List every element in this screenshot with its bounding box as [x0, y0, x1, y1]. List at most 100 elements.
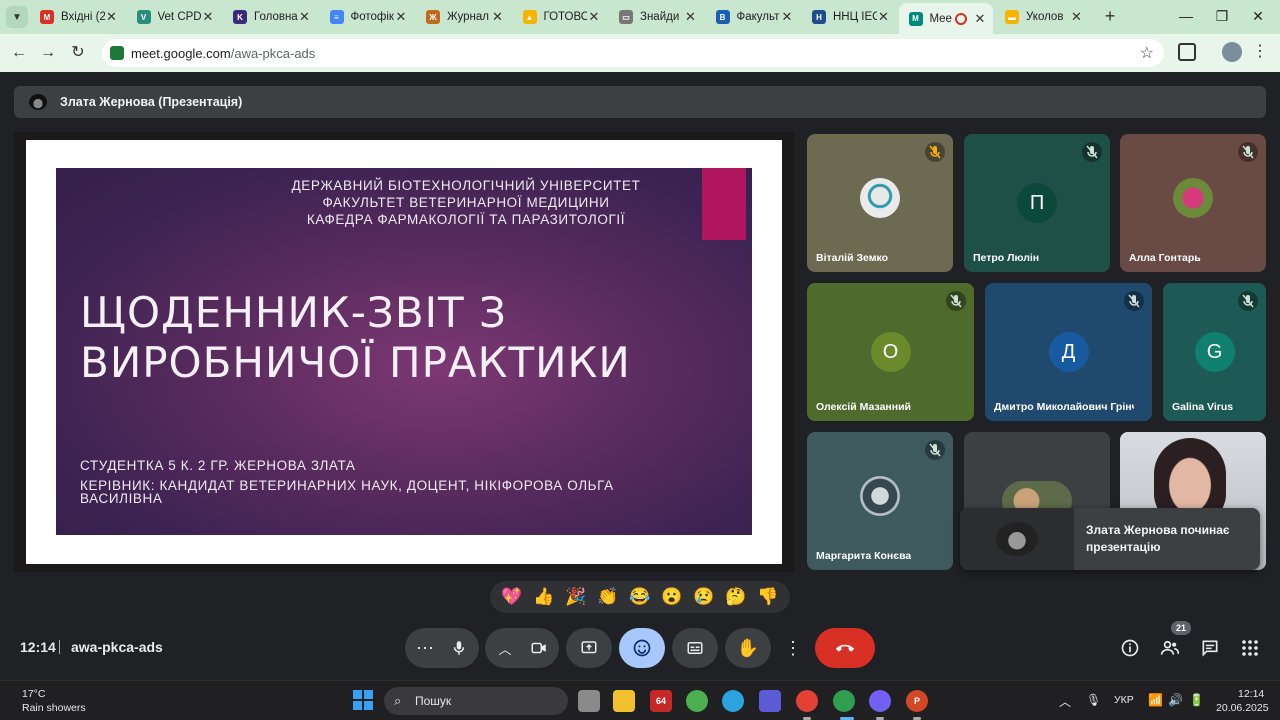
- volume-icon[interactable]: 🔊: [1168, 693, 1183, 707]
- browser-tab[interactable]: ▭ Знайди ✕: [609, 4, 704, 30]
- tray-microphone-icon[interactable]: 🎙: [1086, 693, 1101, 707]
- browser-menu-icon[interactable]: ⋮: [1252, 41, 1268, 61]
- slide-supervisor-cont: ВАСИЛІВНА: [80, 491, 163, 506]
- forward-button[interactable]: →: [37, 42, 59, 64]
- participant-tile[interactable]: О Олексій Мазанний: [807, 283, 974, 421]
- browser-tab[interactable]: B Факульт ✕: [706, 4, 801, 30]
- journal-icon: Ж: [426, 10, 440, 24]
- presenter-label: Злата Жернова (Презентація): [60, 95, 243, 109]
- chrome-profile-icon[interactable]: [833, 690, 855, 712]
- toast-thumbnail: [960, 508, 1074, 570]
- browser-tab[interactable]: K Головна ✕: [223, 4, 318, 30]
- close-tab-icon[interactable]: ✕: [105, 9, 119, 25]
- back-button[interactable]: ←: [8, 42, 30, 64]
- browser-tab[interactable]: Н ННЦ ІЕС ✕: [802, 4, 897, 30]
- participant-tile[interactable]: G Galina Virus: [1163, 283, 1266, 421]
- file-explorer-icon[interactable]: [613, 690, 635, 712]
- tab-search-dropdown-button[interactable]: ▼: [6, 6, 28, 28]
- participant-tile[interactable]: Алла Гонтарь: [1120, 134, 1266, 272]
- more-options-button[interactable]: ⋮: [778, 628, 808, 668]
- browser-tab[interactable]: ≡ Фотофікс✕: [320, 4, 415, 30]
- telegram-icon[interactable]: [722, 690, 744, 712]
- viber-icon[interactable]: [869, 690, 891, 712]
- maximize-button[interactable]: ❐: [1204, 5, 1240, 27]
- raise-hand-button[interactable]: ✋: [725, 628, 771, 668]
- participant-avatar: [1173, 178, 1213, 218]
- reaction-emoji-button[interactable]: 🤔: [722, 587, 750, 607]
- participant-tile[interactable]: Віталій Земко: [807, 134, 953, 272]
- chrome-icon[interactable]: [796, 690, 818, 712]
- browser-tab[interactable]: V Vet CPD ✕: [127, 4, 222, 30]
- participant-tile[interactable]: Маргарита Конєва: [807, 432, 953, 570]
- aida64-icon[interactable]: 64: [650, 690, 672, 712]
- close-window-button[interactable]: ✕: [1240, 5, 1276, 27]
- close-tab-icon[interactable]: ✕: [684, 9, 698, 25]
- close-tab-icon[interactable]: ✕: [973, 11, 987, 27]
- close-tab-icon[interactable]: ✕: [780, 9, 794, 25]
- weather-description[interactable]: Rain showers: [22, 702, 86, 714]
- extensions-icon[interactable]: [1178, 43, 1196, 61]
- address-bar[interactable]: meet.google.com/awa-pkca-ads ☆: [102, 39, 1164, 67]
- reaction-emoji-button[interactable]: 😮: [658, 587, 686, 607]
- url-text[interactable]: meet.google.com/awa-pkca-ads: [131, 46, 315, 61]
- chat-button[interactable]: [1198, 636, 1222, 660]
- input-language[interactable]: УКР: [1114, 694, 1134, 706]
- close-tab-icon[interactable]: ✕: [877, 9, 891, 25]
- activities-button[interactable]: [1238, 636, 1262, 660]
- leave-call-button[interactable]: [815, 628, 875, 668]
- windows-start-icon[interactable]: [353, 690, 373, 710]
- reaction-emoji-button[interactable]: 🎉: [562, 587, 590, 607]
- close-tab-icon[interactable]: ✕: [394, 9, 408, 25]
- system-time[interactable]: 12:14: [1238, 688, 1264, 700]
- camera-button[interactable]: [519, 628, 559, 668]
- reaction-emoji-button[interactable]: 👍: [530, 587, 558, 607]
- bookmark-star-icon[interactable]: ☆: [1140, 43, 1154, 63]
- people-button[interactable]: [1158, 636, 1182, 660]
- powerpoint-icon[interactable]: P: [906, 690, 928, 712]
- utorrent-icon[interactable]: [686, 690, 708, 712]
- browser-tab[interactable]: M Mee ✕: [898, 3, 993, 34]
- meeting-info-button[interactable]: [1118, 636, 1142, 660]
- reaction-emoji-button[interactable]: 😂: [626, 587, 654, 607]
- captions-button[interactable]: [672, 628, 718, 668]
- reaction-emoji-button[interactable]: 👏: [594, 587, 622, 607]
- wifi-icon[interactable]: 📶: [1148, 693, 1163, 707]
- url-host: meet.google.com: [131, 46, 231, 61]
- close-tab-icon[interactable]: ✕: [298, 9, 312, 25]
- reaction-emoji-button[interactable]: 👎: [754, 587, 782, 607]
- taskbar-search[interactable]: ⌕ Пошук: [384, 687, 568, 715]
- close-tab-icon[interactable]: ✕: [491, 9, 505, 25]
- hang-up-icon: [835, 644, 855, 652]
- muted-mic-icon: [925, 142, 945, 162]
- close-tab-icon[interactable]: ✕: [587, 9, 601, 25]
- tray-overflow-icon[interactable]: ︿: [1059, 693, 1071, 710]
- reaction-emoji-button[interactable]: 😢: [690, 587, 718, 607]
- slide-student: СТУДЕНТКА 5 К. 2 ГР. ЖЕРНОВА ЗЛАТА: [80, 458, 356, 473]
- new-tab-button[interactable]: +: [1099, 5, 1121, 27]
- browser-tab[interactable]: M Вхідні (2 ✕: [30, 4, 125, 30]
- close-tab-icon[interactable]: ✕: [1070, 9, 1084, 25]
- browser-tab[interactable]: Ж Журнал ✕: [416, 4, 511, 30]
- save-app-icon[interactable]: [759, 690, 781, 712]
- task-view-icon[interactable]: [578, 690, 600, 712]
- tab-title: Факульт: [736, 11, 780, 23]
- browser-tab[interactable]: ▬ Уколов ✕: [995, 4, 1090, 30]
- plus-icon: +: [1104, 6, 1116, 26]
- reload-button[interactable]: ↻: [67, 42, 89, 64]
- browser-tab[interactable]: ▲ ГОТОВО ✕: [513, 4, 608, 30]
- close-tab-icon[interactable]: ✕: [201, 9, 215, 25]
- battery-icon[interactable]: 🔋: [1189, 693, 1204, 707]
- participant-name: Петро Люлін: [973, 252, 1040, 264]
- present-screen-button[interactable]: [566, 628, 612, 668]
- profile-avatar[interactable]: [1222, 42, 1242, 62]
- nnc-icon: Н: [812, 10, 826, 24]
- participant-tile[interactable]: Д Дмитро Миколайович Грінч...: [985, 283, 1152, 421]
- weather-temperature[interactable]: 17°C: [22, 688, 45, 700]
- find-icon: ▭: [619, 10, 633, 24]
- system-date[interactable]: 20.06.2025: [1216, 702, 1269, 714]
- microphone-button[interactable]: [439, 628, 479, 668]
- minimize-button[interactable]: —: [1168, 5, 1204, 27]
- reaction-emoji-button[interactable]: 💖: [498, 587, 526, 607]
- emoji-reactions-button[interactable]: [619, 628, 665, 668]
- participant-tile[interactable]: П Петро Люлін: [964, 134, 1110, 272]
